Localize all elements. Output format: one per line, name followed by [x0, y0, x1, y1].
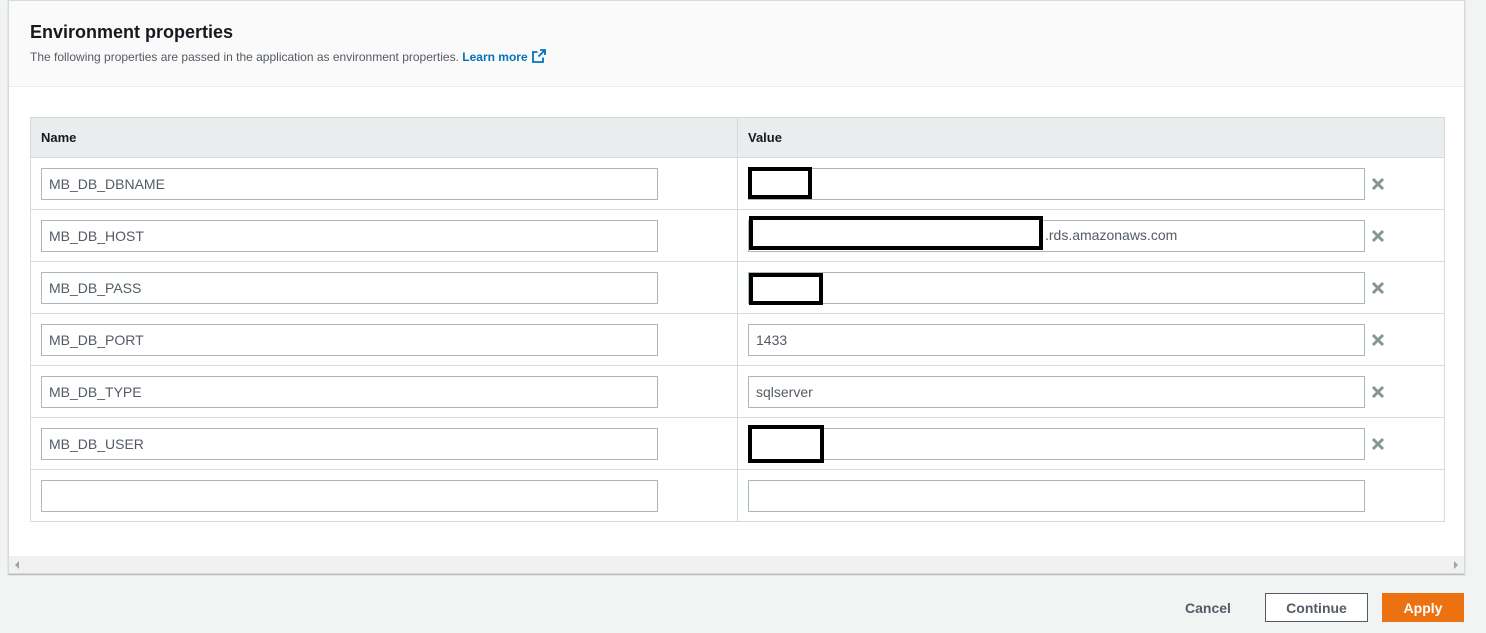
- value-cell: [737, 469, 1445, 522]
- table-row: [30, 157, 1445, 210]
- close-icon: [1371, 229, 1385, 242]
- close-icon: [1371, 437, 1385, 450]
- table-row: [30, 417, 1445, 470]
- properties-table: Name Value MB_DB_DBNAME MB_DB_HOST .rds.…: [30, 117, 1445, 522]
- column-header-name: Name: [30, 117, 738, 158]
- property-name-input[interactable]: [41, 427, 658, 460]
- property-value-input[interactable]: [748, 167, 1365, 200]
- panel-title: Environment properties: [30, 22, 234, 42]
- name-cell: [30, 261, 738, 314]
- panel-header: Environment properties The following pro…: [9, 1, 1464, 87]
- property-name-input[interactable]: [41, 271, 658, 304]
- description-text: The following properties are passed in t…: [30, 50, 459, 64]
- table-row: [30, 313, 1445, 366]
- remove-row-button[interactable]: [1370, 332, 1386, 348]
- close-icon: [1371, 281, 1385, 294]
- name-cell: [30, 157, 738, 210]
- redaction-box: [748, 425, 824, 463]
- table-header-row: Name Value: [30, 117, 1445, 158]
- column-header-value: Value: [737, 117, 1445, 158]
- table-row: .rds.amazonaws.com: [30, 209, 1445, 262]
- remove-row-button[interactable]: [1370, 176, 1386, 192]
- scroll-left-icon[interactable]: [15, 561, 19, 569]
- remove-row-button[interactable]: [1370, 436, 1386, 452]
- close-icon: [1371, 385, 1385, 398]
- new-property-name-input[interactable]: [41, 479, 658, 512]
- environment-properties-panel: Environment properties The following pro…: [8, 0, 1465, 574]
- remove-row-button[interactable]: [1370, 280, 1386, 296]
- property-name-input[interactable]: [41, 323, 658, 356]
- new-property-value-input[interactable]: [748, 479, 1365, 512]
- close-icon: [1371, 333, 1385, 346]
- name-cell: [30, 209, 738, 262]
- scroll-right-icon[interactable]: [1454, 561, 1458, 569]
- name-cell: [30, 417, 738, 470]
- panel-description: The following properties are passed in t…: [30, 49, 1464, 67]
- name-cell: [30, 365, 738, 418]
- property-name-input[interactable]: [41, 219, 658, 252]
- name-cell: [30, 313, 738, 366]
- table-row: [30, 261, 1445, 314]
- learn-more-link[interactable]: Learn more: [462, 49, 546, 67]
- remove-row-button[interactable]: [1370, 384, 1386, 400]
- continue-button[interactable]: Continue: [1265, 593, 1368, 622]
- value-cell: [737, 261, 1445, 314]
- property-name-input[interactable]: [41, 375, 658, 408]
- apply-button[interactable]: Apply: [1382, 593, 1464, 622]
- close-icon: [1371, 177, 1385, 190]
- property-value-input[interactable]: [748, 375, 1365, 408]
- table-row: [30, 365, 1445, 418]
- value-cell: [737, 365, 1445, 418]
- name-cell: [30, 469, 738, 522]
- external-link-icon: [531, 49, 546, 67]
- property-value-input[interactable]: [748, 323, 1365, 356]
- value-cell: .rds.amazonaws.com: [737, 209, 1445, 262]
- table-row-new: [30, 469, 1445, 522]
- redaction-box: [749, 216, 1043, 250]
- value-cell: [737, 157, 1445, 210]
- redaction-box: [748, 167, 812, 199]
- property-name-input[interactable]: [41, 167, 658, 200]
- learn-more-label: Learn more: [462, 50, 528, 64]
- cancel-button[interactable]: Cancel: [1168, 593, 1248, 622]
- property-value-input[interactable]: [748, 271, 1365, 304]
- value-cell: [737, 313, 1445, 366]
- property-value-input[interactable]: [748, 427, 1365, 460]
- horizontal-scrollbar[interactable]: [9, 556, 1464, 573]
- remove-row-button[interactable]: [1370, 228, 1386, 244]
- properties-table-wrapper: Name Value MB_DB_DBNAME MB_DB_HOST .rds.…: [30, 117, 1445, 522]
- redaction-box: [749, 273, 823, 305]
- host-suffix-text: .rds.amazonaws.com: [1045, 227, 1178, 243]
- value-cell: [737, 417, 1445, 470]
